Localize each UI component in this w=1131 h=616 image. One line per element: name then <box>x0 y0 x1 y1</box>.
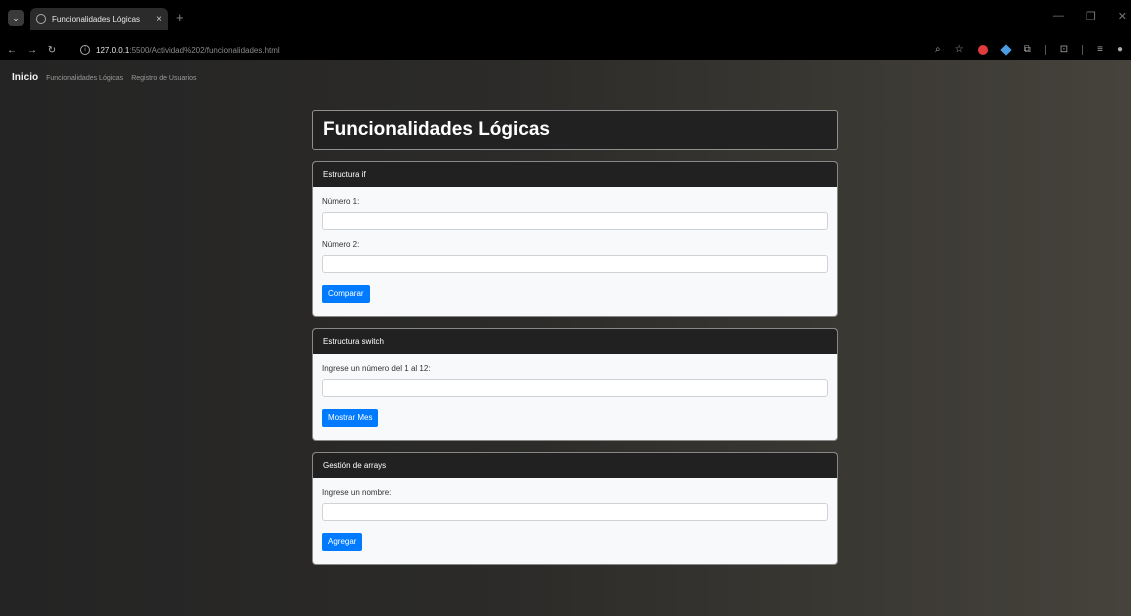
tab-title: Funcionalidades Lógicas <box>52 14 141 24</box>
url-host: 127.0.0.1 <box>96 45 130 55</box>
page-title-card: Funcionalidades Lógicas <box>312 110 838 150</box>
new-tab-icon[interactable]: + <box>176 11 184 25</box>
extension-blue-icon[interactable] <box>999 44 1012 56</box>
tab-share-icon[interactable]: ⊡ <box>1060 43 1068 57</box>
mes-label: Ingrese un número del 1 al 12: <box>322 364 431 373</box>
globe-icon <box>36 14 46 24</box>
window-controls: — ❐ ✕ <box>1053 10 1127 23</box>
tab-search-icon[interactable]: ⌄ <box>8 10 24 26</box>
extension-red-icon[interactable] <box>977 45 988 55</box>
numero1-label: Número 1: <box>322 197 360 206</box>
zoom-icon[interactable]: ⌕ <box>935 43 941 57</box>
profile-avatar-icon[interactable]: ● <box>1117 43 1123 57</box>
toolbar-divider <box>1044 45 1046 55</box>
mostrar-mes-button[interactable]: Mostrar Mes <box>322 409 379 427</box>
reload-icon[interactable]: ↻ <box>44 45 60 56</box>
nav-brand-inicio[interactable]: Inicio <box>12 72 38 83</box>
back-icon[interactable]: ← <box>4 45 20 56</box>
agregar-button[interactable]: Agregar <box>322 533 363 551</box>
card-header: Gestión de arrays <box>313 453 837 478</box>
close-window-icon[interactable]: ✕ <box>1118 10 1127 23</box>
extensions-puzzle-icon[interactable]: ⧉ <box>1024 43 1031 57</box>
maximize-icon[interactable]: ❐ <box>1086 10 1096 23</box>
nombre-label: Ingrese un nombre: <box>322 488 392 497</box>
minimize-icon[interactable]: — <box>1053 10 1064 23</box>
card-body: Ingrese un número del 1 al 12: Mostrar M… <box>313 354 837 440</box>
site-navbar: Inicio Funcionalidades Lógicas Registro … <box>12 72 197 83</box>
numero2-input[interactable] <box>322 255 828 273</box>
address-bar[interactable]: i 127.0.0.1:5500/Actividad%202/funcional… <box>80 42 920 58</box>
card-body: Número 1: Número 2: Comparar <box>313 187 837 316</box>
toolbar-actions: ⌕ ☆ ⧉ ⊡ ≡ ● <box>935 43 1123 57</box>
bookmark-star-icon[interactable]: ☆ <box>955 43 964 57</box>
mes-input[interactable] <box>322 379 828 397</box>
card-if: Estructura if Número 1: Número 2: Compar… <box>312 161 838 317</box>
browser-toolbar: ← → ↻ i 127.0.0.1:5500/Actividad%202/fun… <box>0 40 1131 60</box>
card-header: Estructura switch <box>313 329 837 354</box>
url-path: :5500/Actividad%202/funcionalidades.html <box>129 45 280 55</box>
browser-tab[interactable]: Funcionalidades Lógicas × <box>30 8 168 30</box>
comparar-button[interactable]: Comparar <box>322 285 370 303</box>
card-switch: Estructura switch Ingrese un número del … <box>312 328 838 441</box>
nombre-input[interactable] <box>322 503 828 521</box>
page-viewport: Inicio Funcionalidades Lógicas Registro … <box>0 60 1131 616</box>
card-header: Estructura if <box>313 162 837 187</box>
card-arrays: Gestión de arrays Ingrese un nombre: Agr… <box>312 452 838 565</box>
nav-link-registro[interactable]: Registro de Usuarios <box>131 75 196 82</box>
numero2-label: Número 2: <box>322 240 360 249</box>
site-info-icon[interactable]: i <box>80 45 90 55</box>
card-body: Ingrese un nombre: Agregar <box>313 478 837 564</box>
page-title: Funcionalidades Lógicas <box>323 119 550 140</box>
reading-list-icon[interactable]: ≡ <box>1097 43 1103 57</box>
toolbar-divider <box>1082 45 1084 55</box>
close-tab-icon[interactable]: × <box>156 14 162 25</box>
browser-tab-bar: ⌄ Funcionalidades Lógicas × + — ❐ ✕ <box>0 0 1131 40</box>
numero1-input[interactable] <box>322 212 828 230</box>
nav-link-funcionalidades[interactable]: Funcionalidades Lógicas <box>46 75 123 82</box>
forward-icon[interactable]: → <box>24 45 40 56</box>
main-container: Funcionalidades Lógicas Estructura if Nú… <box>312 110 838 565</box>
url-text[interactable]: 127.0.0.1:5500/Actividad%202/funcionalid… <box>96 46 280 55</box>
